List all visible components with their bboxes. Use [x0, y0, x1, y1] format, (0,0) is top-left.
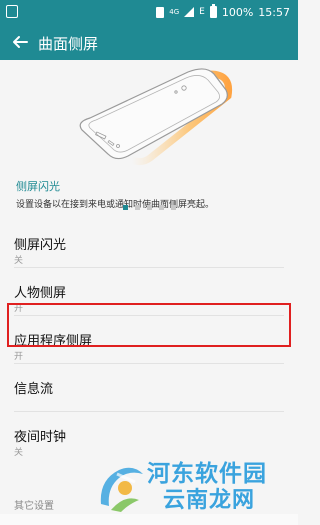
notification-icon	[6, 5, 18, 18]
highlight-box	[7, 303, 291, 347]
setting-status: 关	[14, 448, 24, 458]
phone-illustration	[79, 68, 233, 166]
signal-icon	[184, 7, 195, 17]
clock: 15:57	[258, 5, 290, 19]
page-indicator	[0, 205, 298, 217]
network-type: 4G	[169, 7, 180, 16]
status-bar: 4G E 100% 15:57	[0, 0, 298, 24]
watermark: 河东软件园 云南龙网	[95, 448, 295, 516]
setting-status: 关	[14, 256, 24, 266]
back-arrow-icon[interactable]	[10, 32, 30, 52]
page-dot[interactable]	[123, 205, 128, 210]
section-header-label: 其它设置	[14, 501, 54, 512]
watermark-text-secondary: 云南龙网	[163, 488, 256, 513]
page-dot[interactable]	[159, 205, 164, 210]
battery-icon	[209, 4, 217, 18]
page-dot[interactable]	[171, 205, 176, 210]
edge-lighting-illustration	[0, 60, 298, 172]
page-dot[interactable]	[147, 205, 152, 210]
setting-info-stream[interactable]: 信息流	[0, 364, 298, 412]
setting-label: 侧屏闪光	[14, 238, 67, 253]
watermark-logo-icon	[100, 467, 143, 512]
page-dot[interactable]	[135, 205, 140, 210]
setting-label: 人物侧屏	[14, 286, 67, 301]
page-title: 曲面侧屏	[38, 35, 99, 53]
setting-status: 开	[14, 352, 24, 362]
setting-label: 信息流	[14, 382, 54, 397]
status-icons: 4G E 100% 15:57	[156, 4, 290, 20]
data-indicator: E	[199, 7, 205, 17]
setting-label: 夜间时钟	[14, 430, 67, 445]
setting-edge-lighting[interactable]: 侧屏闪光 关	[0, 220, 298, 268]
battery-percent: 100%	[221, 5, 254, 19]
intro-title: 侧屏闪光	[16, 180, 60, 193]
sim-icon	[156, 6, 165, 18]
app-bar: 曲面侧屏	[0, 24, 298, 60]
